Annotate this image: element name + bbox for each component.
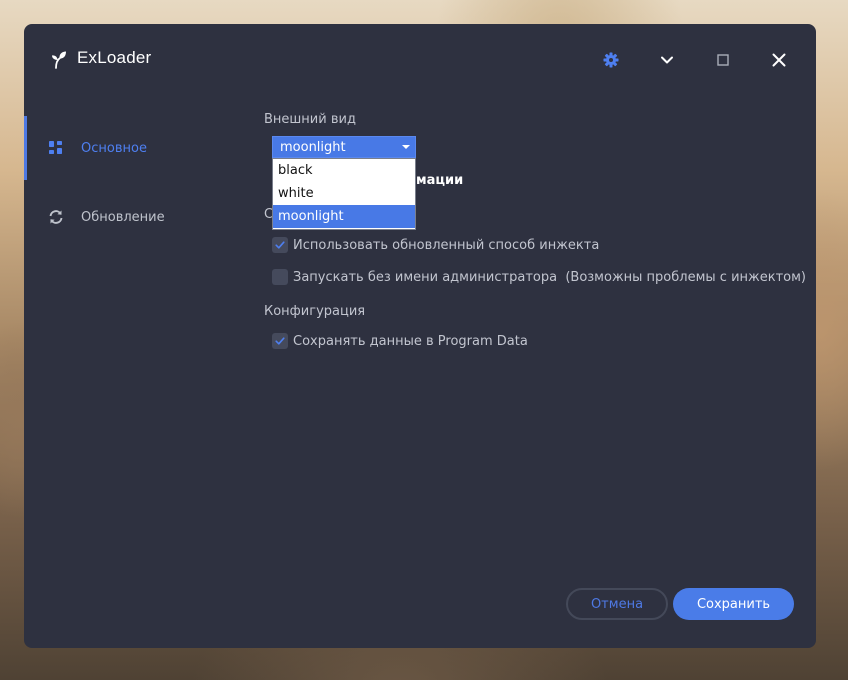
option-save-program-data[interactable]: Сохранять данные в Program Data: [272, 331, 528, 351]
theme-dropdown-list: black white moonlight: [272, 158, 416, 230]
close-button[interactable]: [767, 48, 791, 72]
collapse-button[interactable]: [655, 48, 679, 72]
maximize-button[interactable]: [711, 48, 735, 72]
appearance-section-title: Внешний вид: [264, 112, 356, 127]
sidebar-item-main[interactable]: Основное: [46, 134, 246, 162]
checkbox-checked[interactable]: [272, 333, 288, 349]
refresh-icon: [46, 207, 66, 227]
settings-button[interactable]: [599, 48, 623, 72]
sidebar-item-label: Основное: [81, 140, 147, 156]
theme-select-value: moonlight: [280, 139, 346, 155]
theme-option-moonlight[interactable]: moonlight: [273, 205, 415, 228]
dashboard-icon: [46, 138, 66, 158]
chevron-down-icon: [661, 56, 673, 64]
checkbox-unchecked[interactable]: [272, 269, 288, 285]
theme-option-white[interactable]: white: [273, 182, 415, 205]
leaf-logo-icon: [52, 51, 66, 69]
theme-select[interactable]: moonlight: [272, 136, 416, 158]
app-title: ExLoader: [77, 48, 152, 67]
cancel-button[interactable]: Отмена: [566, 588, 668, 620]
option-label: Сохранять данные в Program Data: [293, 333, 528, 349]
checkbox-checked[interactable]: [272, 237, 288, 253]
save-button[interactable]: Сохранить: [673, 588, 794, 620]
option-label: Запускать без имени администратора (Возм…: [293, 269, 806, 285]
partially-hidden-label: мации: [416, 173, 464, 188]
dropdown-arrow-icon: [402, 145, 410, 149]
config-section-title: Конфигурация: [264, 304, 366, 319]
checkmark-icon: [275, 337, 285, 345]
sidebar-item-update[interactable]: Обновление: [46, 203, 246, 231]
gear-icon: [603, 52, 619, 68]
close-icon: [772, 53, 786, 67]
sidebar-item-label: Обновление: [81, 209, 165, 225]
checkmark-icon: [275, 241, 285, 249]
option-run-without-admin[interactable]: Запускать без имени администратора (Возм…: [272, 267, 806, 287]
option-label: Использовать обновленный способ инжекта: [293, 237, 600, 253]
option-new-inject-method[interactable]: Использовать обновленный способ инжекта: [272, 235, 599, 255]
app-window: ExLoader Основное Обновление Внешний вид…: [24, 24, 816, 648]
theme-option-black[interactable]: black: [273, 159, 415, 182]
sidebar-active-indicator: [24, 116, 27, 180]
maximize-icon: [717, 54, 729, 66]
title-bar[interactable]: ExLoader: [24, 24, 816, 96]
